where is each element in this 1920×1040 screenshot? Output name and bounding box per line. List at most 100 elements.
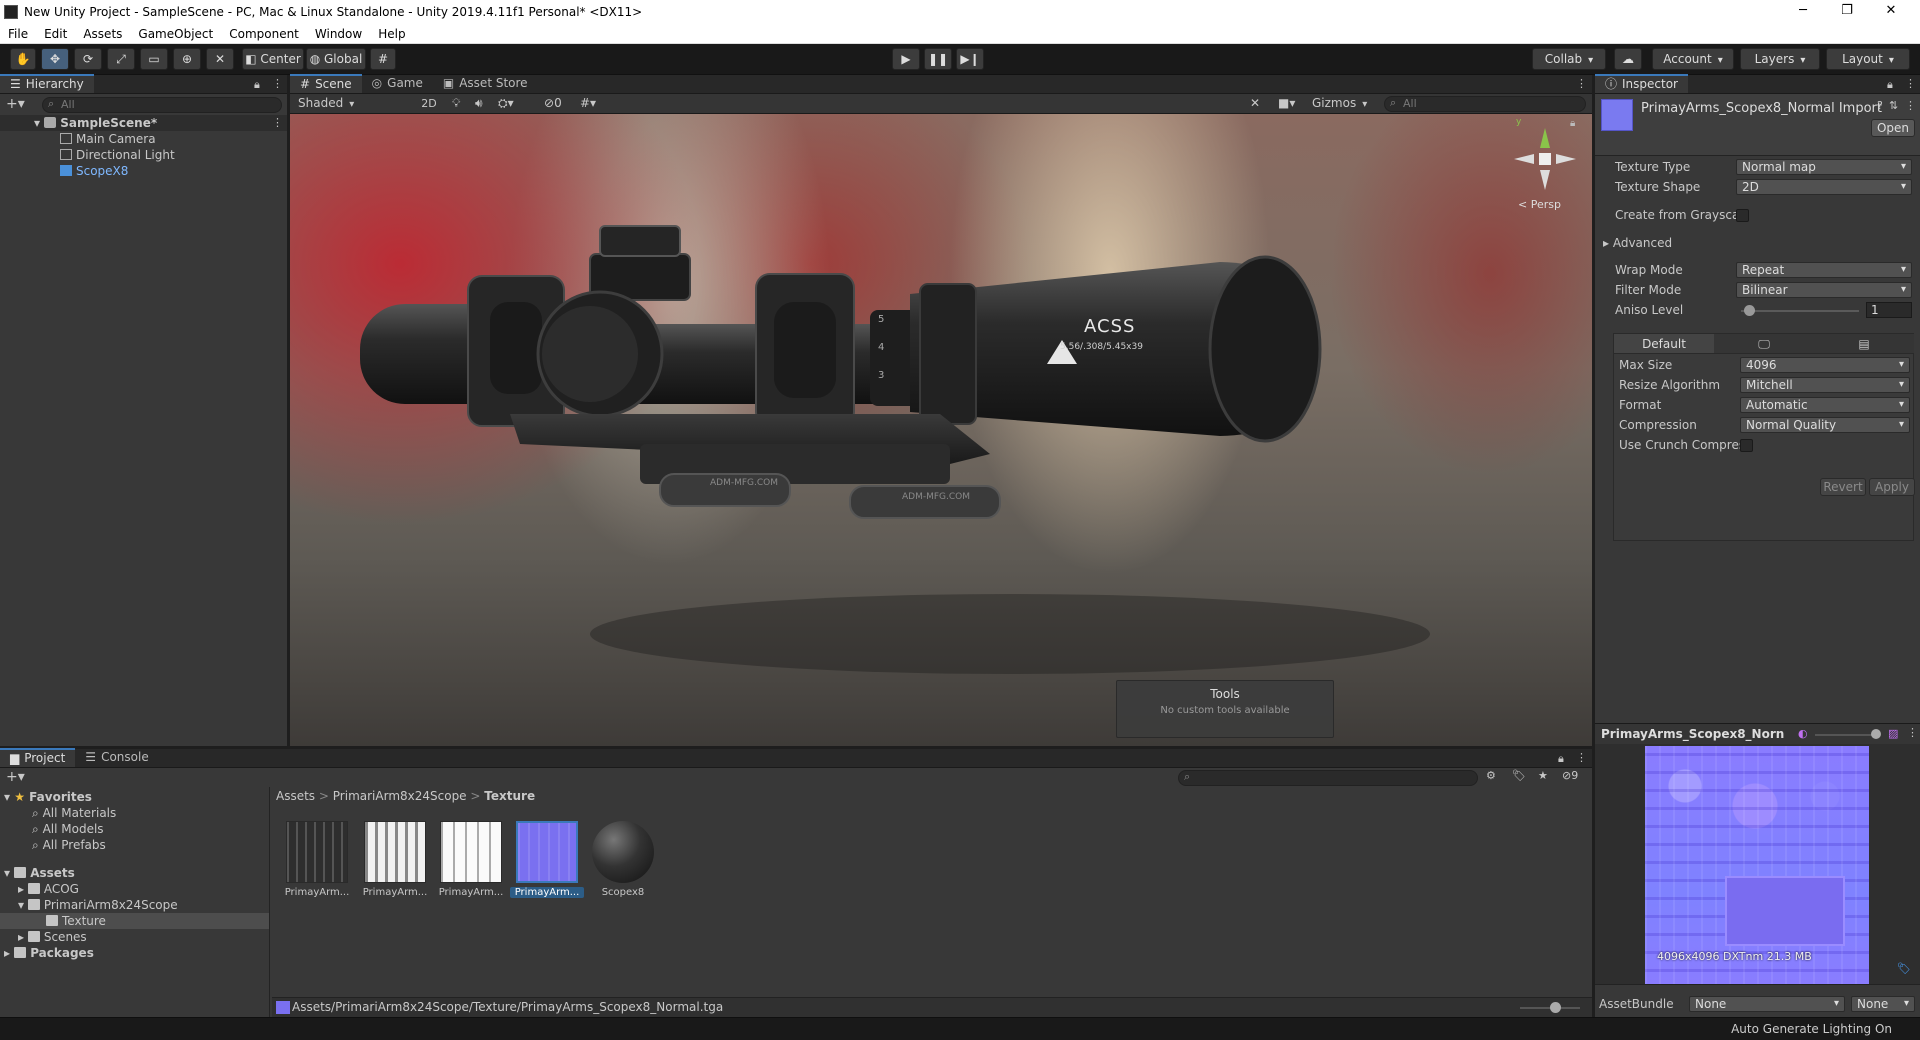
account-dropdown[interactable]: Account bbox=[1652, 48, 1734, 70]
tab-hierarchy[interactable]: ☰ Hierarchy bbox=[0, 74, 94, 93]
texture-shape-dropdown[interactable]: 2D bbox=[1736, 179, 1912, 195]
pivot-center-button[interactable]: ◧ Center bbox=[242, 48, 304, 70]
menu-gameobject[interactable]: GameObject bbox=[130, 27, 221, 41]
advanced-foldout[interactable]: ▸ Advanced bbox=[1603, 234, 1672, 252]
channel-icon[interactable]: ◐ bbox=[1798, 727, 1808, 740]
thumb-texture-3[interactable] bbox=[440, 821, 502, 883]
revert-button[interactable]: Revert bbox=[1820, 478, 1866, 496]
assetbundle-dropdown[interactable]: None bbox=[1689, 996, 1845, 1012]
inspector-menu-icon[interactable]: ⋮ bbox=[1905, 77, 1916, 90]
platform-tab-webgl-icon[interactable]: ▤ bbox=[1814, 334, 1914, 353]
hierarchy-scene-item[interactable]: ▾ SampleScene* bbox=[34, 115, 157, 131]
minimize-button[interactable]: ─ bbox=[1786, 0, 1820, 24]
compression-dropdown[interactable]: Normal Quality bbox=[1740, 417, 1910, 433]
breadcrumb-assets[interactable]: Assets bbox=[276, 789, 315, 803]
transform-tool-icon[interactable]: ⊕ bbox=[173, 48, 201, 70]
preview-menu-icon[interactable]: ⋮ bbox=[1907, 726, 1918, 739]
resize-algorithm-dropdown[interactable]: Mitchell bbox=[1740, 377, 1910, 393]
tools-icon[interactable]: ✕ bbox=[1250, 96, 1260, 110]
gizmos-dropdown[interactable]: Gizmos bbox=[1312, 96, 1367, 110]
scene-viewport[interactable]: ACSS 5.56/.308/5.45x39 ADM-MFG.COM ADM-M… bbox=[290, 114, 1592, 746]
mip-slider-track[interactable] bbox=[1815, 734, 1879, 736]
search-by-type-icon[interactable]: ⚙ bbox=[1486, 769, 1496, 782]
folder-scenes[interactable]: ▸ Scenes bbox=[18, 929, 87, 945]
aniso-value-input[interactable]: 1 bbox=[1866, 302, 1912, 318]
play-button[interactable]: ▶ bbox=[892, 48, 920, 70]
project-search-input[interactable] bbox=[1178, 770, 1478, 786]
texture-type-dropdown[interactable]: Normal map bbox=[1736, 159, 1912, 175]
assetbundle-variant-dropdown[interactable]: None bbox=[1851, 996, 1915, 1012]
packages-foldout[interactable]: ▸ Packages bbox=[4, 945, 94, 961]
aniso-slider-handle[interactable] bbox=[1744, 305, 1755, 316]
step-button[interactable]: ▶❙ bbox=[956, 48, 984, 70]
create-from-grayscale-checkbox[interactable] bbox=[1736, 209, 1749, 222]
layers-dropdown[interactable]: Layers bbox=[1740, 48, 1820, 70]
format-dropdown[interactable]: Automatic bbox=[1740, 397, 1910, 413]
asset-menu-icon[interactable]: ⋮ bbox=[1905, 99, 1916, 112]
tab-inspector[interactable]: ⓘ Inspector bbox=[1595, 74, 1688, 93]
hierarchy-item-scopex8[interactable]: ScopeX8 bbox=[60, 163, 128, 179]
preset-icon[interactable]: ⇅ bbox=[1889, 99, 1898, 112]
effects-icon[interactable]: ⛭▾ bbox=[498, 96, 514, 111]
favorite-all-prefabs[interactable]: ⌕ All Prefabs bbox=[32, 837, 106, 853]
favorites-foldout[interactable]: ▾ ★ Favorites bbox=[4, 789, 92, 805]
max-size-dropdown[interactable]: 4096 bbox=[1740, 357, 1910, 373]
panel-menu-icon[interactable]: ⋮ bbox=[272, 77, 283, 90]
orientation-gizmo[interactable] bbox=[1510, 124, 1580, 194]
gizmo-lock-icon[interactable]: 🔒︎ bbox=[1570, 118, 1575, 129]
hidden-objects-icon[interactable]: ⊘0 bbox=[544, 96, 562, 110]
grid-snap-icon[interactable]: # bbox=[370, 48, 396, 70]
zoom-slider-handle[interactable] bbox=[1550, 1002, 1561, 1013]
scene-panel-menu-icon[interactable]: ⋮ bbox=[1576, 77, 1587, 90]
persp-label[interactable]: < Persp bbox=[1518, 198, 1561, 211]
scene-menu-icon[interactable]: ⋮ bbox=[272, 116, 283, 129]
open-button[interactable]: Open bbox=[1871, 119, 1915, 137]
lock-icon[interactable]: 🔒︎ bbox=[254, 78, 260, 92]
hierarchy-item-directional-light[interactable]: Directional Light bbox=[60, 147, 175, 163]
menu-edit[interactable]: Edit bbox=[36, 27, 75, 41]
scene-search-input[interactable]: All bbox=[1384, 96, 1586, 112]
grid-icon[interactable]: #▾ bbox=[580, 96, 596, 110]
cloud-icon[interactable]: ☁ bbox=[1614, 48, 1642, 70]
tab-scene[interactable]: # Scene bbox=[290, 74, 362, 93]
scale-tool-icon[interactable]: ⤢ bbox=[107, 48, 135, 70]
apply-button[interactable]: Apply bbox=[1869, 478, 1915, 496]
hand-tool-icon[interactable]: ✋ bbox=[10, 48, 36, 70]
maximize-button[interactable]: ❐ bbox=[1830, 0, 1864, 24]
thumb-texture-4-selected[interactable] bbox=[516, 821, 578, 883]
inspector-lock-icon[interactable]: 🔒︎ bbox=[1887, 78, 1893, 92]
camera-icon[interactable]: ■▾ bbox=[1278, 96, 1295, 110]
pause-button[interactable]: ❚❚ bbox=[924, 48, 952, 70]
tab-game[interactable]: ◎ Game bbox=[362, 74, 433, 93]
folder-acog[interactable]: ▸ ACOG bbox=[18, 881, 79, 897]
use-crunch-checkbox[interactable] bbox=[1740, 439, 1753, 452]
platform-tab-standalone-icon[interactable]: 🖵︎ bbox=[1714, 334, 1814, 353]
layout-dropdown[interactable]: Layout bbox=[1826, 48, 1910, 70]
search-by-label-icon[interactable]: 🏷︎ bbox=[1512, 769, 1526, 782]
menu-component[interactable]: Component bbox=[221, 27, 307, 41]
rotate-tool-icon[interactable]: ⟳ bbox=[74, 48, 102, 70]
custom-tool-icon[interactable]: ✕ bbox=[206, 48, 234, 70]
platform-tab-default[interactable]: Default bbox=[1614, 334, 1714, 353]
filter-mode-dropdown[interactable]: Bilinear bbox=[1736, 282, 1912, 298]
rect-tool-icon[interactable]: ▭ bbox=[140, 48, 168, 70]
menu-assets[interactable]: Assets bbox=[75, 27, 130, 41]
assets-foldout[interactable]: ▾ Assets bbox=[4, 865, 75, 881]
audio-icon[interactable]: 🔊︎ bbox=[475, 96, 483, 111]
menu-file[interactable]: File bbox=[0, 27, 36, 41]
project-create-icon[interactable]: +▾ bbox=[6, 769, 25, 785]
tab-project[interactable]: ▆ Project bbox=[0, 748, 76, 767]
thumb-texture-1[interactable] bbox=[286, 821, 348, 883]
asset-label-icon[interactable]: 🏷︎ bbox=[1897, 962, 1911, 975]
move-tool-icon[interactable]: ✥ bbox=[41, 48, 69, 70]
breadcrumb-primariarm[interactable]: PrimariArm8x24Scope bbox=[333, 789, 467, 803]
shading-mode-dropdown[interactable]: Shaded bbox=[292, 95, 410, 112]
pivot-global-button[interactable]: ◍ Global bbox=[306, 48, 366, 70]
hierarchy-item-main-camera[interactable]: Main Camera bbox=[60, 131, 156, 147]
hierarchy-search-input[interactable]: All bbox=[42, 97, 282, 113]
folder-primariarm8x24scope[interactable]: ▾ PrimariArm8x24Scope bbox=[18, 897, 178, 913]
favorite-star-icon[interactable]: ★ bbox=[1538, 769, 1548, 782]
collab-button[interactable]: Collab bbox=[1532, 48, 1606, 70]
2d-toggle[interactable]: 2D bbox=[418, 95, 440, 112]
folder-texture[interactable]: Texture bbox=[46, 913, 106, 929]
